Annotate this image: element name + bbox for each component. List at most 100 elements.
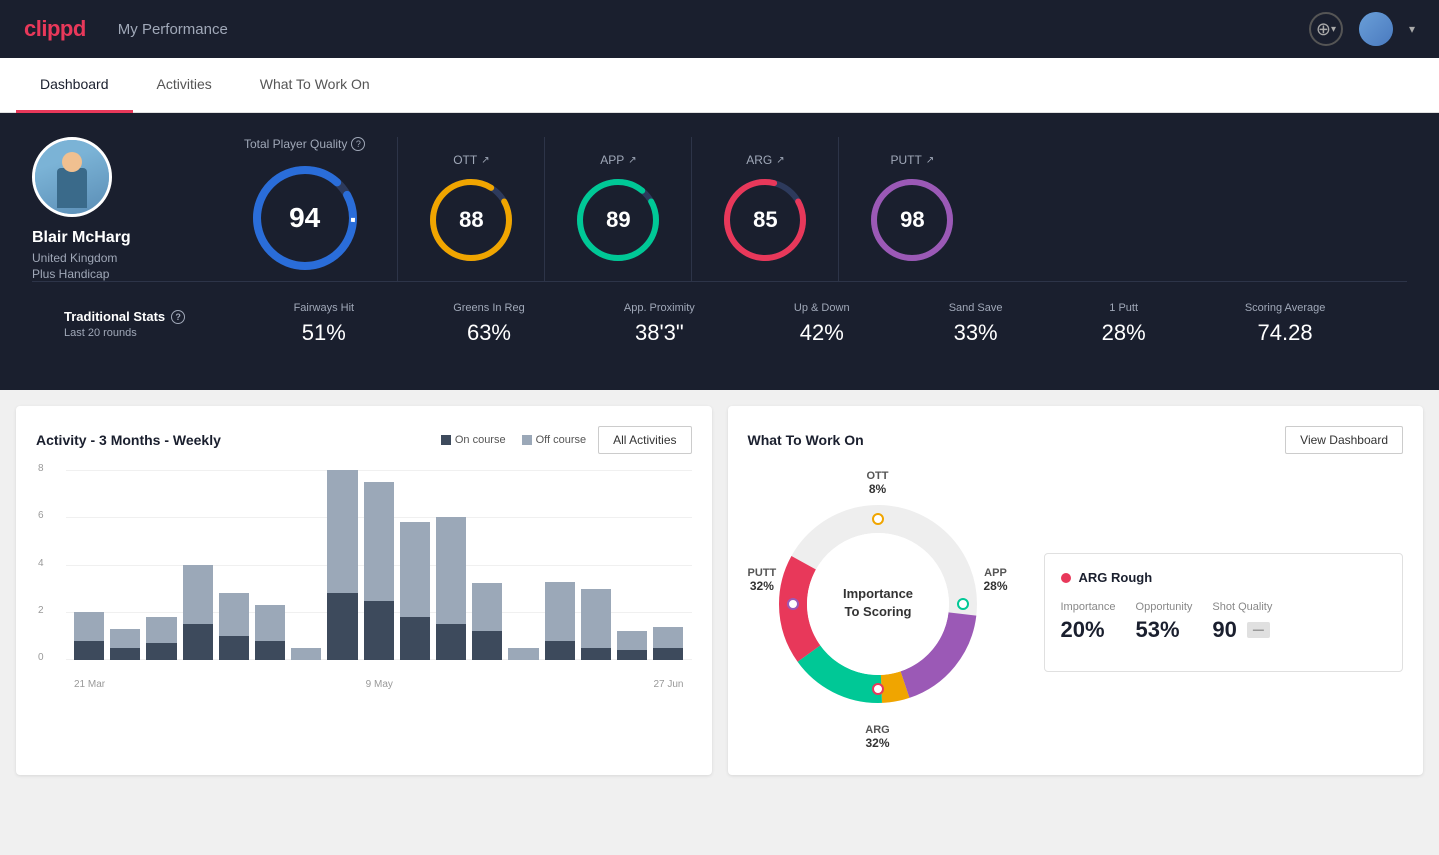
tab-what-to-work-on[interactable]: What To Work On: [236, 58, 394, 113]
shot-quality-label: Shot Quality: [1212, 601, 1272, 613]
info-metrics: Importance 20% Opportunity 53% Shot Qual…: [1061, 601, 1387, 643]
info-importance: Importance 20%: [1061, 601, 1116, 643]
ott-segment-label: OTT 8%: [867, 470, 889, 496]
info-card-header: ARG Rough: [1061, 570, 1387, 585]
donut-svg: Importance To Scoring: [768, 494, 988, 714]
stat-up-down: Up & Down 42%: [794, 302, 850, 346]
tab-dashboard[interactable]: Dashboard: [16, 58, 133, 113]
donut-with-labels: OTT 8%: [748, 470, 1008, 750]
bar-group: [110, 470, 140, 660]
total-gauge-value: 94: [289, 202, 320, 234]
trad-stats-subtitle: Last 20 rounds: [64, 327, 244, 339]
bar-group: [219, 470, 249, 660]
stat-app-proximity-value: 38'3": [624, 320, 695, 346]
ott-value: 88: [459, 207, 483, 233]
importance-value: 20%: [1061, 617, 1116, 643]
legend-off-course: Off course: [522, 434, 587, 446]
putt-gauge: 98: [867, 175, 957, 265]
total-quality-label: Total Player Quality ?: [244, 137, 365, 151]
info-dot: [1061, 573, 1071, 583]
bar-stack: [364, 470, 394, 660]
stat-app-proximity: App. Proximity 38'3": [624, 302, 695, 346]
tab-activities[interactable]: Activities: [133, 58, 236, 113]
bar-chart: 8 6 4 2 0: [36, 470, 692, 690]
bar-off-course: [110, 629, 140, 648]
user-avatar[interactable]: [1359, 12, 1393, 46]
arg-segment-percent: 32%: [865, 736, 889, 750]
arg-segment-label: ARG 32%: [865, 724, 889, 750]
bar-off-course: [545, 582, 575, 641]
stat-fairways-hit-value: 51%: [294, 320, 355, 346]
bar-stack: [74, 470, 104, 660]
avatar-image: [1359, 12, 1393, 46]
player-info: Blair McHarg United Kingdom Plus Handica…: [32, 137, 212, 281]
arg-label: ARG ↗: [746, 153, 784, 167]
bar-stack: [219, 470, 249, 660]
view-dashboard-button[interactable]: View Dashboard: [1285, 426, 1403, 454]
putt-segment-percent: 32%: [748, 579, 777, 593]
bar-on-course: [545, 641, 575, 660]
quality-section: Total Player Quality ? 94 OTT: [212, 137, 1407, 281]
bar-on-course: [653, 648, 683, 660]
bar-off-course: [183, 565, 213, 624]
work-card: What To Work On View Dashboard OTT 8%: [728, 406, 1424, 775]
bottom-section: Activity - 3 Months - Weekly On course O…: [0, 390, 1439, 791]
bar-group: [653, 470, 683, 660]
grid-label-0: 0: [38, 652, 44, 663]
activity-header: Activity - 3 Months - Weekly On course O…: [36, 426, 692, 454]
bar-off-course: [508, 648, 538, 660]
bar-on-course: [146, 643, 176, 660]
stat-fairways-hit: Fairways Hit 51%: [294, 302, 355, 346]
app-label: APP ↗: [600, 153, 636, 167]
info-shot-quality: Shot Quality 90 —: [1212, 601, 1272, 643]
x-label-3: 27 Jun: [653, 679, 683, 690]
plus-icon: ⊕: [1316, 19, 1331, 40]
arg-segment-name: ARG: [865, 724, 889, 736]
bar-group: [581, 470, 611, 660]
info-opportunity: Opportunity 53%: [1136, 601, 1193, 643]
player-handicap: Plus Handicap: [32, 267, 109, 281]
bar-off-course: [364, 482, 394, 601]
sub-quality-ott: OTT ↗ 88: [398, 137, 545, 281]
add-button[interactable]: ⊕ ▾: [1309, 12, 1343, 46]
bar-group: [472, 470, 502, 660]
bar-off-course: [327, 470, 357, 593]
header: clippd My Performance ⊕ ▾ ▾: [0, 0, 1439, 58]
bar-stack: [327, 470, 357, 660]
bar-off-course: [436, 517, 466, 624]
bar-group: [545, 470, 575, 660]
stat-1-putt-value: 28%: [1102, 320, 1146, 346]
activity-title: Activity - 3 Months - Weekly: [36, 432, 441, 448]
bar-stack: [183, 470, 213, 660]
work-content: OTT 8%: [748, 470, 1404, 755]
bar-on-course: [255, 641, 285, 660]
ott-trend-icon: ↗: [481, 155, 489, 166]
bar-off-course: [653, 627, 683, 648]
all-activities-button[interactable]: All Activities: [598, 426, 691, 454]
app-gauge: 89: [573, 175, 663, 265]
on-course-dot: [441, 435, 451, 445]
arg-trend-icon: ↗: [776, 155, 784, 166]
info-card: ARG Rough Importance 20% Opportunity 53%…: [1044, 553, 1404, 672]
app-segment-percent: 28%: [983, 579, 1007, 593]
stat-app-proximity-label: App. Proximity: [624, 302, 695, 314]
bar-off-course: [74, 612, 104, 641]
bar-group: [74, 470, 104, 660]
trad-stats-label: Traditional Stats ? Last 20 rounds: [64, 309, 244, 339]
bar-on-course: [400, 617, 430, 660]
svg-text:Importance: Importance: [842, 586, 912, 601]
bar-on-course: [183, 624, 213, 660]
grid-label-8: 8: [38, 463, 44, 474]
bar-stack: [617, 470, 647, 660]
bar-group: [364, 470, 394, 660]
putt-value: 98: [900, 207, 924, 233]
stats-banner-inner: Blair McHarg United Kingdom Plus Handica…: [32, 137, 1407, 281]
help-icon: ?: [351, 137, 365, 151]
grid-label-4: 4: [38, 558, 44, 569]
stat-scoring-avg-label: Scoring Average: [1245, 302, 1326, 314]
header-actions: ⊕ ▾ ▾: [1309, 12, 1415, 46]
bar-on-course: [219, 636, 249, 660]
bar-on-course: [110, 648, 140, 660]
app-trend-icon: ↗: [628, 155, 636, 166]
stat-scoring-avg: Scoring Average 74.28: [1245, 302, 1326, 346]
